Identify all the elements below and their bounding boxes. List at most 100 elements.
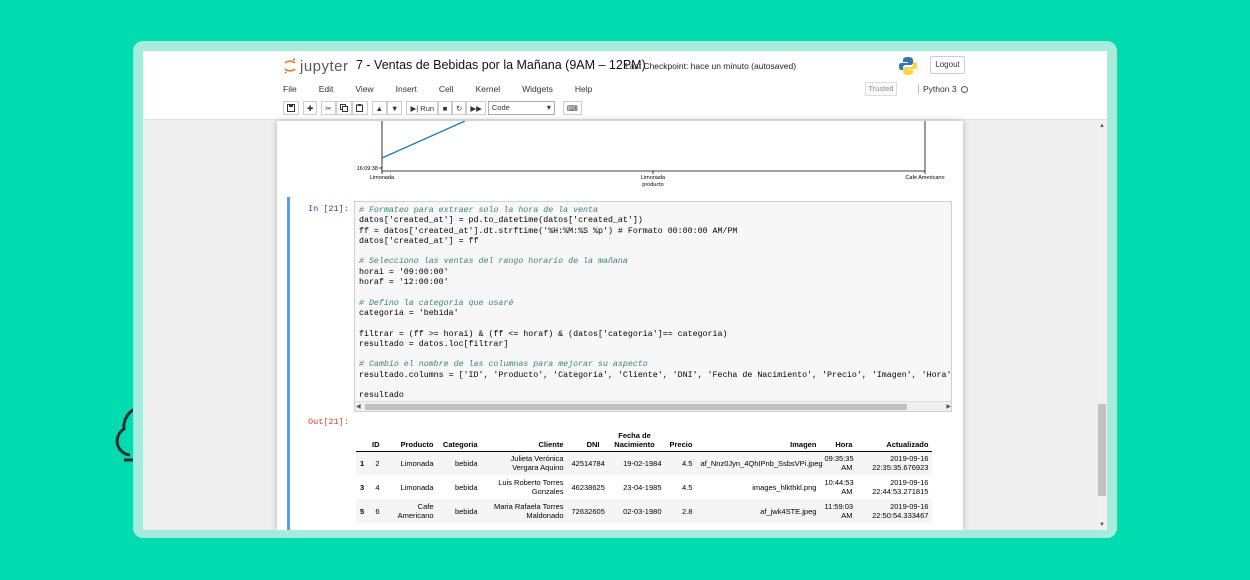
code-scroll-thumb[interactable] bbox=[365, 404, 907, 410]
restart-run-all-button[interactable]: ▶▶ bbox=[466, 101, 486, 115]
row-index: 5 bbox=[360, 506, 365, 516]
page-vertical-scrollbar[interactable]: ▲ ▼ bbox=[1097, 121, 1107, 530]
fast-forward-icon: ▶▶ bbox=[470, 103, 482, 113]
table-cell: 2 bbox=[375, 458, 380, 468]
code-line: horaf = '12:00:00' bbox=[359, 278, 449, 288]
run-button-label: Run bbox=[420, 103, 435, 113]
cell-type-select[interactable]: Code bbox=[487, 101, 555, 115]
table-cell: images_hlkthkl.png bbox=[752, 482, 817, 492]
table-cell: bebida bbox=[454, 458, 478, 468]
arrow-down-icon: ▼ bbox=[391, 103, 399, 113]
menu-cell[interactable]: Cell bbox=[439, 84, 454, 94]
checkpoint-status: Last Checkpoint: hace un minuto (autosav… bbox=[625, 61, 797, 71]
cut-button[interactable]: ✂ bbox=[321, 101, 336, 115]
scroll-right-icon[interactable]: ▶ bbox=[946, 402, 951, 411]
table-cell: 2019-09-16 22:50:54.333467 bbox=[872, 502, 929, 520]
table-cell: 2019-09-16 22:44:53.271815 bbox=[872, 478, 929, 496]
table-cell: Julieta Verónica Vergara Aquino bbox=[510, 454, 564, 473]
code-editor[interactable]: # Formateo para extraer solo la hora de … bbox=[354, 201, 952, 412]
notebook-title[interactable]: 7 - Ventas de Bebidas por la Mañana (9AM… bbox=[356, 58, 646, 72]
table-row: 1 2 Limonada bebida Julieta Verónica Vergara… bbox=[356, 451, 933, 475]
scissors-icon: ✂ bbox=[325, 103, 332, 113]
jupyter-logo-icon bbox=[284, 58, 296, 74]
menu-view[interactable]: View bbox=[355, 84, 373, 94]
menu-kernel[interactable]: Kernel bbox=[476, 84, 501, 94]
restart-button[interactable]: ↻ bbox=[452, 101, 467, 115]
move-down-button[interactable]: ▼ bbox=[387, 101, 403, 115]
table-cell: 6 bbox=[375, 506, 380, 516]
chart-series-line bbox=[381, 121, 466, 159]
table-cell: 4.5 bbox=[682, 482, 693, 492]
python-logo-icon bbox=[899, 57, 917, 75]
table-cell: Limonada bbox=[400, 458, 434, 468]
code-line: resultado.columns = ['ID', 'Producto', '… bbox=[359, 370, 952, 380]
column-header: Hora bbox=[820, 423, 857, 452]
column-header: Precio bbox=[665, 423, 697, 452]
table-cell: 02-03-1980 bbox=[623, 506, 662, 516]
table-cell: 09:35:35 AM bbox=[824, 454, 854, 473]
table-cell: 10:44:53 AM bbox=[824, 478, 854, 496]
table-cell: 72632605 bbox=[571, 506, 605, 516]
trusted-indicator[interactable]: Trusted bbox=[865, 82, 897, 96]
menu-widgets[interactable]: Widgets bbox=[522, 84, 553, 94]
scroll-down-icon[interactable]: ▼ bbox=[1099, 522, 1105, 528]
column-header: Imagen bbox=[696, 423, 821, 452]
copy-button[interactable] bbox=[335, 101, 352, 115]
insert-cell-button[interactable]: ✚ bbox=[303, 101, 318, 115]
stop-icon: ■ bbox=[442, 103, 448, 113]
table-cell: af_jwk4STE.jpeg bbox=[760, 506, 817, 516]
column-header: Fecha de Nacimiento bbox=[603, 423, 666, 452]
kernel-idle-icon bbox=[960, 86, 968, 93]
menu-bar: File Edit View Insert Cell Kernel Widget… bbox=[283, 84, 614, 94]
kernel-name[interactable]: Python 3 bbox=[918, 84, 968, 94]
scroll-left-icon[interactable]: ◀ bbox=[356, 402, 361, 411]
chart-y-tick-label: 16:09:38 bbox=[357, 166, 378, 172]
row-index: 1 bbox=[360, 458, 365, 468]
jupyter-brand[interactable]: jupyter bbox=[283, 57, 349, 75]
notebook-content: 16:09:38 Limonada Limonada producto Cafe… bbox=[143, 121, 1107, 530]
command-palette-button[interactable]: ⌨ bbox=[562, 101, 582, 115]
chart-x-tick-label-3: Cafe Americano bbox=[905, 175, 944, 181]
logout-button[interactable]: Logout bbox=[930, 56, 965, 74]
kernel-name-label: Python 3 bbox=[923, 84, 957, 94]
table-cell: 2.8 bbox=[682, 506, 693, 516]
menu-insert[interactable]: Insert bbox=[396, 84, 417, 94]
row-index: 3 bbox=[360, 482, 365, 492]
run-button[interactable]: ▶| Run bbox=[406, 101, 439, 115]
code-line: filtrar = (ff >= horai) & (ff <= horaf) … bbox=[359, 329, 728, 339]
table-header-row: ID Producto Categoria Cliente DNI Fecha de Na… bbox=[356, 423, 933, 452]
table-cell: Maria Rafaela Torres Maldonado bbox=[494, 502, 564, 520]
table-cell: 23-04-1985 bbox=[623, 482, 662, 492]
code-line: ff = datos['created_at'].dt.strftime('%H… bbox=[359, 226, 738, 236]
page-scroll-thumb[interactable] bbox=[1098, 404, 1106, 496]
code-cell[interactable]: In [21]: # Formateo para extraer solo la… bbox=[287, 197, 953, 530]
arrow-up-icon: ▲ bbox=[375, 103, 384, 113]
save-button[interactable] bbox=[283, 101, 299, 115]
table-row: 3 4 Limonada bebida Luis Roberto Torres Gonz… bbox=[356, 475, 932, 499]
interrupt-button[interactable]: ■ bbox=[438, 101, 453, 115]
menu-file[interactable]: File bbox=[283, 84, 297, 94]
paste-button[interactable] bbox=[351, 101, 368, 115]
paste-icon bbox=[355, 104, 363, 112]
menu-edit[interactable]: Edit bbox=[319, 84, 334, 94]
table-cell: bebida bbox=[454, 482, 478, 492]
jupyter-wordmark: jupyter bbox=[300, 57, 349, 75]
code-horizontal-scrollbar[interactable]: ◀ ▶ bbox=[355, 401, 951, 411]
copy-icon bbox=[339, 104, 348, 112]
scroll-up-icon[interactable]: ▲ bbox=[1099, 123, 1105, 129]
notebook-page: 16:09:38 Limonada Limonada producto Cafe… bbox=[277, 121, 963, 530]
table-cell: 46238625 bbox=[571, 482, 605, 492]
table-cell: 42514784 bbox=[571, 458, 605, 468]
notebook-header: jupyter 7 - Ventas de Bebidas por la Mañ… bbox=[143, 51, 1107, 120]
code-text[interactable]: # Formateo para extraer solo la hora de … bbox=[359, 206, 952, 402]
move-up-button[interactable]: ▲ bbox=[371, 101, 388, 115]
line-chart: 16:09:38 Limonada Limonada producto Cafe… bbox=[357, 121, 945, 188]
code-line: datos['created_at'] = ff bbox=[359, 236, 479, 246]
chart-x-axis-label: producto bbox=[642, 182, 663, 188]
table-cell: 2019-09-16 22:35:35.676923 bbox=[872, 454, 929, 473]
code-line: # Cambio el nombre de las columnas para … bbox=[359, 360, 648, 370]
menu-help[interactable]: Help bbox=[575, 84, 592, 94]
